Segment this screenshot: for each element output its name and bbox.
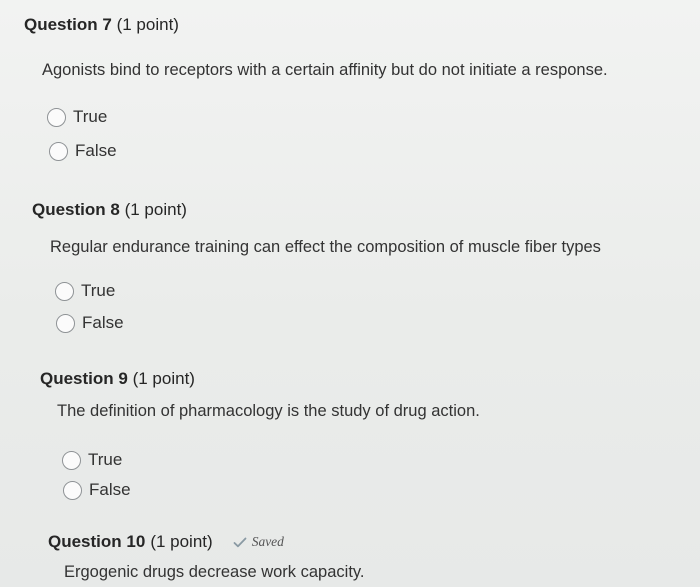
question-title: Question 10 (1 point) Saved bbox=[48, 532, 284, 552]
question-points: (1 point) bbox=[116, 15, 179, 34]
question-text: The definition of pharmacology is the st… bbox=[57, 402, 480, 420]
question-number: Question 10 bbox=[48, 532, 146, 551]
option-label: True bbox=[88, 450, 123, 469]
radio-icon[interactable] bbox=[55, 281, 74, 301]
question-text: Ergogenic drugs decrease work capacity. bbox=[64, 563, 365, 581]
question-points: (1 point) bbox=[150, 532, 213, 551]
radio-icon[interactable] bbox=[62, 450, 81, 470]
radio-icon[interactable] bbox=[63, 480, 82, 500]
saved-status: Saved bbox=[233, 534, 284, 550]
radio-icon[interactable] bbox=[47, 107, 66, 127]
question-text: Agonists bind to receptors with a certai… bbox=[42, 61, 608, 79]
option-false[interactable]: False bbox=[63, 480, 131, 500]
question-text: Regular endurance training can effect th… bbox=[50, 238, 601, 256]
radio-icon[interactable] bbox=[56, 313, 75, 333]
option-label: False bbox=[75, 141, 117, 160]
option-true[interactable]: True bbox=[47, 107, 107, 127]
option-false[interactable]: False bbox=[56, 313, 124, 333]
checkmark-icon bbox=[233, 537, 247, 547]
question-points: (1 point) bbox=[132, 369, 195, 388]
question-number: Question 8 bbox=[32, 200, 120, 219]
question-number: Question 9 bbox=[40, 369, 128, 388]
option-true[interactable]: True bbox=[62, 450, 122, 470]
saved-label: Saved bbox=[251, 534, 284, 549]
quiz-page: Question 7 (1 point) Agonists bind to re… bbox=[0, 0, 700, 587]
option-label: True bbox=[81, 281, 116, 300]
option-true[interactable]: True bbox=[55, 281, 115, 301]
question-title: Question 7 (1 point) bbox=[24, 15, 179, 35]
question-number: Question 7 bbox=[24, 15, 112, 34]
option-label: False bbox=[82, 313, 124, 332]
option-false[interactable]: False bbox=[49, 141, 117, 161]
option-label: False bbox=[89, 480, 131, 499]
radio-icon[interactable] bbox=[49, 141, 68, 161]
question-points: (1 point) bbox=[124, 200, 187, 219]
question-title: Question 9 (1 point) bbox=[40, 369, 195, 389]
question-title: Question 8 (1 point) bbox=[32, 200, 187, 220]
option-label: True bbox=[73, 107, 108, 126]
